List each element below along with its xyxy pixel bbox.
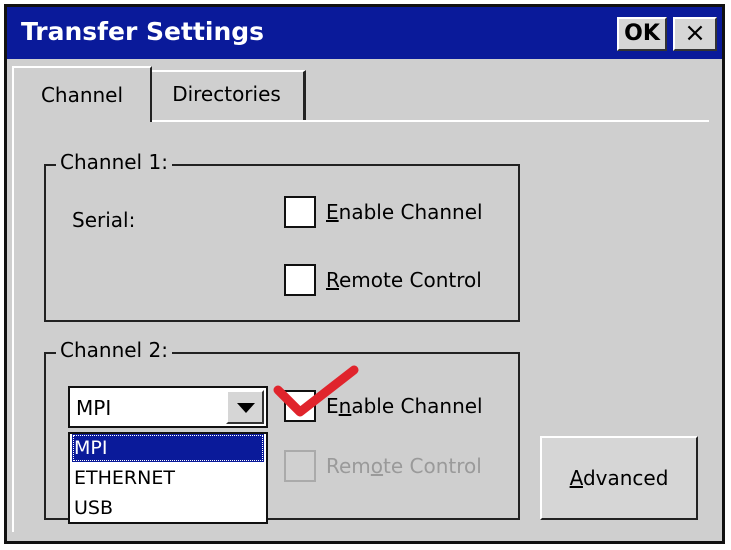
- channel1-remote-checkbox[interactable]: [284, 264, 316, 296]
- channel2-protocol-combobox[interactable]: MPI: [68, 386, 268, 428]
- protocol-dropdown-list: MPI ETHERNET USB: [68, 432, 268, 524]
- window-title: Transfer Settings: [21, 17, 265, 46]
- channel1-enable-checkbox[interactable]: [284, 196, 316, 228]
- tab-directories[interactable]: Directories: [150, 70, 306, 120]
- ok-button[interactable]: OK: [617, 17, 667, 51]
- advanced-button[interactable]: Advanced: [540, 436, 698, 520]
- channel1-remote-label[interactable]: Remote Control: [326, 268, 482, 292]
- chevron-down-icon: [237, 403, 255, 413]
- combobox-value: MPI: [76, 396, 112, 420]
- tab-channel-label: Channel: [40, 83, 124, 107]
- serial-label: Serial:: [72, 208, 136, 232]
- channel2-legend: Channel 2:: [56, 338, 172, 362]
- close-icon: ×: [684, 18, 706, 48]
- channel1-legend: Channel 1:: [56, 150, 172, 174]
- channel1-group: [44, 164, 520, 322]
- dropdown-option-ethernet[interactable]: ETHERNET: [72, 464, 264, 492]
- close-button[interactable]: ×: [673, 17, 717, 51]
- combobox-dropdown-button[interactable]: [226, 390, 264, 424]
- title-bar: Transfer Settings OK ×: [7, 7, 722, 59]
- tab-directories-label: Directories: [172, 82, 281, 106]
- dropdown-option-usb[interactable]: USB: [72, 494, 264, 522]
- dropdown-option-mpi[interactable]: MPI: [72, 434, 264, 462]
- channel1-enable-label[interactable]: Enable Channel: [326, 200, 483, 224]
- checkmark-annotation-icon: [273, 365, 359, 417]
- channel2-remote-label: Remote Control: [326, 454, 482, 478]
- tab-channel[interactable]: Channel: [12, 66, 152, 122]
- channel2-remote-checkbox: [284, 450, 316, 482]
